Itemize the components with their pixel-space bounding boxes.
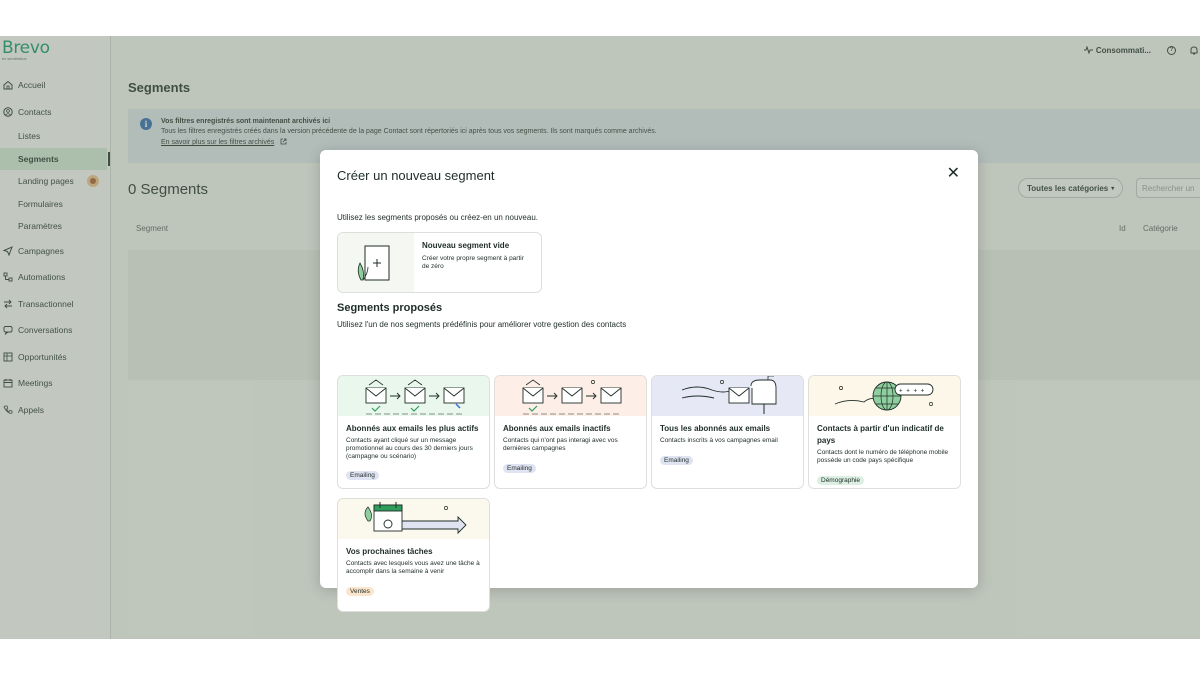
segment-card-inactive-subscribers[interactable]: Abonnés aux emails inactifs Contacts qui… (494, 375, 647, 489)
card-body: Contacts à partir d'un indicatif de pays… (809, 416, 960, 487)
card-desc: Contacts avec lesquels vous avez une tâc… (346, 560, 480, 575)
app-screen: Brevo ex sendinblue Accueil Contacts Lis… (0, 36, 1200, 639)
card-title: Abonnés aux emails les plus actifs (346, 424, 479, 433)
new-segment-text: Nouveau segment vide Créer votre propre … (414, 233, 532, 292)
modal-title: Créer un nouveau segment (337, 168, 495, 183)
card-desc: Contacts qui n'ont pas interagi avec vos… (503, 437, 618, 452)
section-title: Segments proposés (337, 302, 443, 314)
card-desc: Contacts inscrits à vos campagnes email (660, 437, 778, 444)
category-tag: Emailing (503, 463, 536, 473)
category-tag: Emailing (346, 471, 379, 481)
new-empty-segment-card[interactable]: Nouveau segment vide Créer votre propre … (337, 232, 542, 293)
card-body: Abonnés aux emails les plus actifs Conta… (338, 416, 489, 482)
category-tag: Emailing (660, 455, 693, 465)
new-segment-title: Nouveau segment vide (422, 241, 510, 250)
country-code-illustration: + + + + (809, 376, 960, 416)
all-subscribers-illustration (652, 376, 803, 416)
new-segment-desc: Créer votre propre segment à partir de z… (422, 255, 524, 270)
inactive-subscribers-illustration (495, 376, 646, 416)
card-body: Abonnés aux emails inactifs Contacts qui… (495, 416, 646, 475)
card-title: Tous les abonnés aux emails (660, 424, 771, 433)
modal-intro: Utilisez les segments proposés ou créez-… (337, 213, 538, 222)
upcoming-tasks-illustration (338, 499, 489, 539)
category-tag: Démographie (817, 475, 865, 485)
card-desc: Contacts dont le numéro de téléphone mob… (817, 449, 949, 464)
segment-card-all-subscribers[interactable]: Tous les abonnés aux emails Contacts ins… (651, 375, 804, 489)
card-body: Tous les abonnés aux emails Contacts ins… (652, 416, 803, 467)
active-subscribers-illustration (338, 376, 489, 416)
create-segment-modal: Créer un nouveau segment ✕ Utilisez les … (320, 150, 978, 612)
segment-card-country-code[interactable]: + + + + Contacts à partir d'un indicatif… (808, 375, 961, 489)
segment-card-upcoming-tasks[interactable]: Vos prochaines tâches Contacts avec lesq… (337, 498, 490, 612)
card-title: Abonnés aux emails inactifs (503, 424, 611, 433)
phone-code-text: + + + + (899, 388, 925, 395)
close-icon[interactable]: ✕ (947, 166, 960, 182)
new-segment-illustration (338, 233, 414, 292)
segment-card-active-subscribers[interactable]: Abonnés aux emails les plus actifs Conta… (337, 375, 490, 489)
card-title: Contacts à partir d'un indicatif de pays (817, 424, 944, 445)
section-subtitle: Utilisez l'un de nos segments prédéfinis… (337, 320, 627, 329)
card-body: Vos prochaines tâches Contacts avec lesq… (338, 539, 489, 598)
card-desc: Contacts ayant cliqué sur un message pro… (346, 437, 473, 460)
category-tag: Ventes (346, 586, 374, 596)
card-title: Vos prochaines tâches (346, 547, 433, 556)
